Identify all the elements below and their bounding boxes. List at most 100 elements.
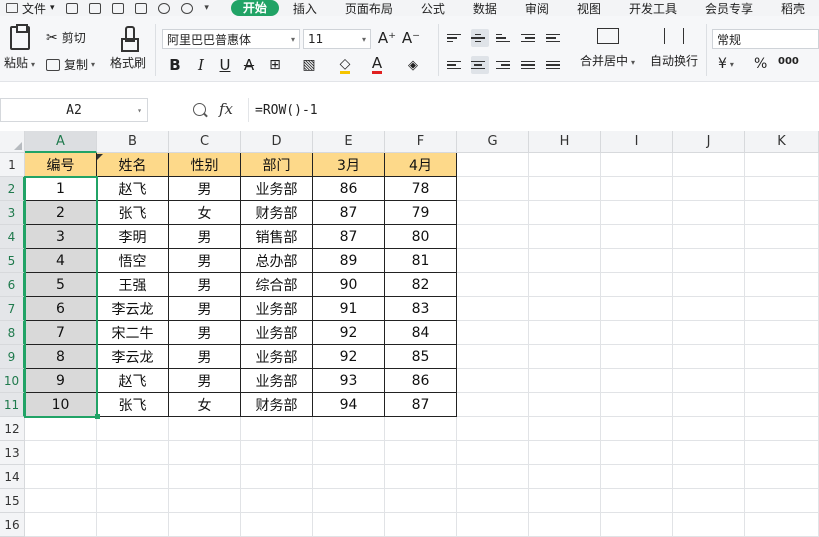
cell-h15[interactable] (529, 489, 601, 513)
cell-c1[interactable]: 性别 (169, 153, 241, 177)
cell-g14[interactable] (457, 465, 529, 489)
cell-e1[interactable]: 3月 (313, 153, 385, 177)
select-all-corner[interactable] (0, 131, 25, 153)
cell-f11[interactable]: 87 (385, 393, 457, 417)
cell-k7[interactable] (745, 297, 819, 321)
cell-a4[interactable]: 3 (25, 225, 97, 249)
cell-j13[interactable] (673, 441, 745, 465)
cell-e16[interactable] (313, 513, 385, 537)
cell-b8[interactable]: 宋二牛 (97, 321, 169, 345)
tab-9[interactable]: 稻壳 (767, 0, 819, 16)
cell-e13[interactable] (313, 441, 385, 465)
cell-a13[interactable] (25, 441, 97, 465)
fx-icon[interactable]: fx (219, 100, 233, 118)
cell-c15[interactable] (169, 489, 241, 513)
cell-f2[interactable]: 78 (385, 177, 457, 201)
cell-h13[interactable] (529, 441, 601, 465)
cell-i15[interactable] (601, 489, 673, 513)
cell-c8[interactable]: 男 (169, 321, 241, 345)
cell-g8[interactable] (457, 321, 529, 345)
cell-e9[interactable]: 92 (313, 345, 385, 369)
format-painter-button[interactable]: 格式刷 (110, 26, 146, 71)
tab-3[interactable]: 公式 (407, 0, 459, 16)
cell-i13[interactable] (601, 441, 673, 465)
row-header-16[interactable]: 16 (0, 513, 25, 537)
cell-k1[interactable] (745, 153, 819, 177)
cell-k3[interactable] (745, 201, 819, 225)
cell-j6[interactable] (673, 273, 745, 297)
strikethrough-button[interactable]: A (240, 54, 258, 76)
cell-g12[interactable] (457, 417, 529, 441)
cell-a14[interactable] (25, 465, 97, 489)
cell-d13[interactable] (241, 441, 313, 465)
cell-a1[interactable]: 编号 (25, 153, 97, 177)
cell-k9[interactable] (745, 345, 819, 369)
cell-k10[interactable] (745, 369, 819, 393)
cell-h9[interactable] (529, 345, 601, 369)
cell-f8[interactable]: 84 (385, 321, 457, 345)
cell-k6[interactable] (745, 273, 819, 297)
cell-i5[interactable] (601, 249, 673, 273)
cell-b5[interactable]: 悟空 (97, 249, 169, 273)
cell-a12[interactable] (25, 417, 97, 441)
cell-d12[interactable] (241, 417, 313, 441)
thousands-separator-button[interactable]: 000 (778, 56, 799, 67)
fill-pattern-button[interactable]: ▧ (298, 54, 320, 76)
cut-button[interactable]: ✂ 剪切 (46, 29, 86, 46)
row-header-1[interactable]: 1 (0, 153, 25, 177)
cell-i2[interactable] (601, 177, 673, 201)
cell-d6[interactable]: 综合部 (241, 273, 313, 297)
cell-d2[interactable]: 业务部 (241, 177, 313, 201)
cell-i3[interactable] (601, 201, 673, 225)
cell-f3[interactable]: 79 (385, 201, 457, 225)
align-right-button[interactable] (496, 56, 514, 74)
align-center-button[interactable] (471, 56, 489, 74)
cell-h10[interactable] (529, 369, 601, 393)
cell-f15[interactable] (385, 489, 457, 513)
cell-h2[interactable] (529, 177, 601, 201)
cell-k4[interactable] (745, 225, 819, 249)
cell-d8[interactable]: 业务部 (241, 321, 313, 345)
cell-a7[interactable]: 6 (25, 297, 97, 321)
cell-c5[interactable]: 男 (169, 249, 241, 273)
wrap-text-button[interactable]: 自动换行 (650, 28, 698, 69)
cell-e10[interactable]: 93 (313, 369, 385, 393)
cell-j2[interactable] (673, 177, 745, 201)
cell-i12[interactable] (601, 417, 673, 441)
align-middle-button[interactable] (471, 29, 489, 47)
export-icon[interactable] (89, 2, 102, 14)
row-header-14[interactable]: 14 (0, 465, 25, 489)
cell-j14[interactable] (673, 465, 745, 489)
cell-g4[interactable] (457, 225, 529, 249)
cell-a6[interactable]: 5 (25, 273, 97, 297)
row-header-9[interactable]: 9 (0, 345, 25, 369)
cell-f5[interactable]: 81 (385, 249, 457, 273)
name-box[interactable]: A2 ▾ (0, 98, 148, 122)
currency-button[interactable]: ¥ ▾ (718, 56, 734, 72)
cell-i1[interactable] (601, 153, 673, 177)
cell-g1[interactable] (457, 153, 529, 177)
cell-j7[interactable] (673, 297, 745, 321)
cell-d4[interactable]: 销售部 (241, 225, 313, 249)
cell-j10[interactable] (673, 369, 745, 393)
cell-d1[interactable]: 部门 (241, 153, 313, 177)
cell-j12[interactable] (673, 417, 745, 441)
cell-i10[interactable] (601, 369, 673, 393)
cell-b4[interactable]: 李明 (97, 225, 169, 249)
cell-b1[interactable]: 姓名 (97, 153, 169, 177)
decrease-font-button[interactable]: A⁻ (402, 28, 420, 48)
cell-c16[interactable] (169, 513, 241, 537)
cell-j15[interactable] (673, 489, 745, 513)
cell-b7[interactable]: 李云龙 (97, 297, 169, 321)
file-menu[interactable]: 文件 ▾ (0, 0, 62, 16)
column-header-g[interactable]: G (457, 131, 529, 153)
font-color-button[interactable]: A (368, 54, 386, 76)
cell-h3[interactable] (529, 201, 601, 225)
customize-toolbar-icon[interactable]: ▾ (204, 3, 209, 13)
column-header-f[interactable]: F (385, 131, 457, 153)
tab-0[interactable]: 开始 (230, 0, 279, 16)
column-header-k[interactable]: K (745, 131, 819, 153)
cell-k13[interactable] (745, 441, 819, 465)
cell-k2[interactable] (745, 177, 819, 201)
cell-d7[interactable]: 业务部 (241, 297, 313, 321)
